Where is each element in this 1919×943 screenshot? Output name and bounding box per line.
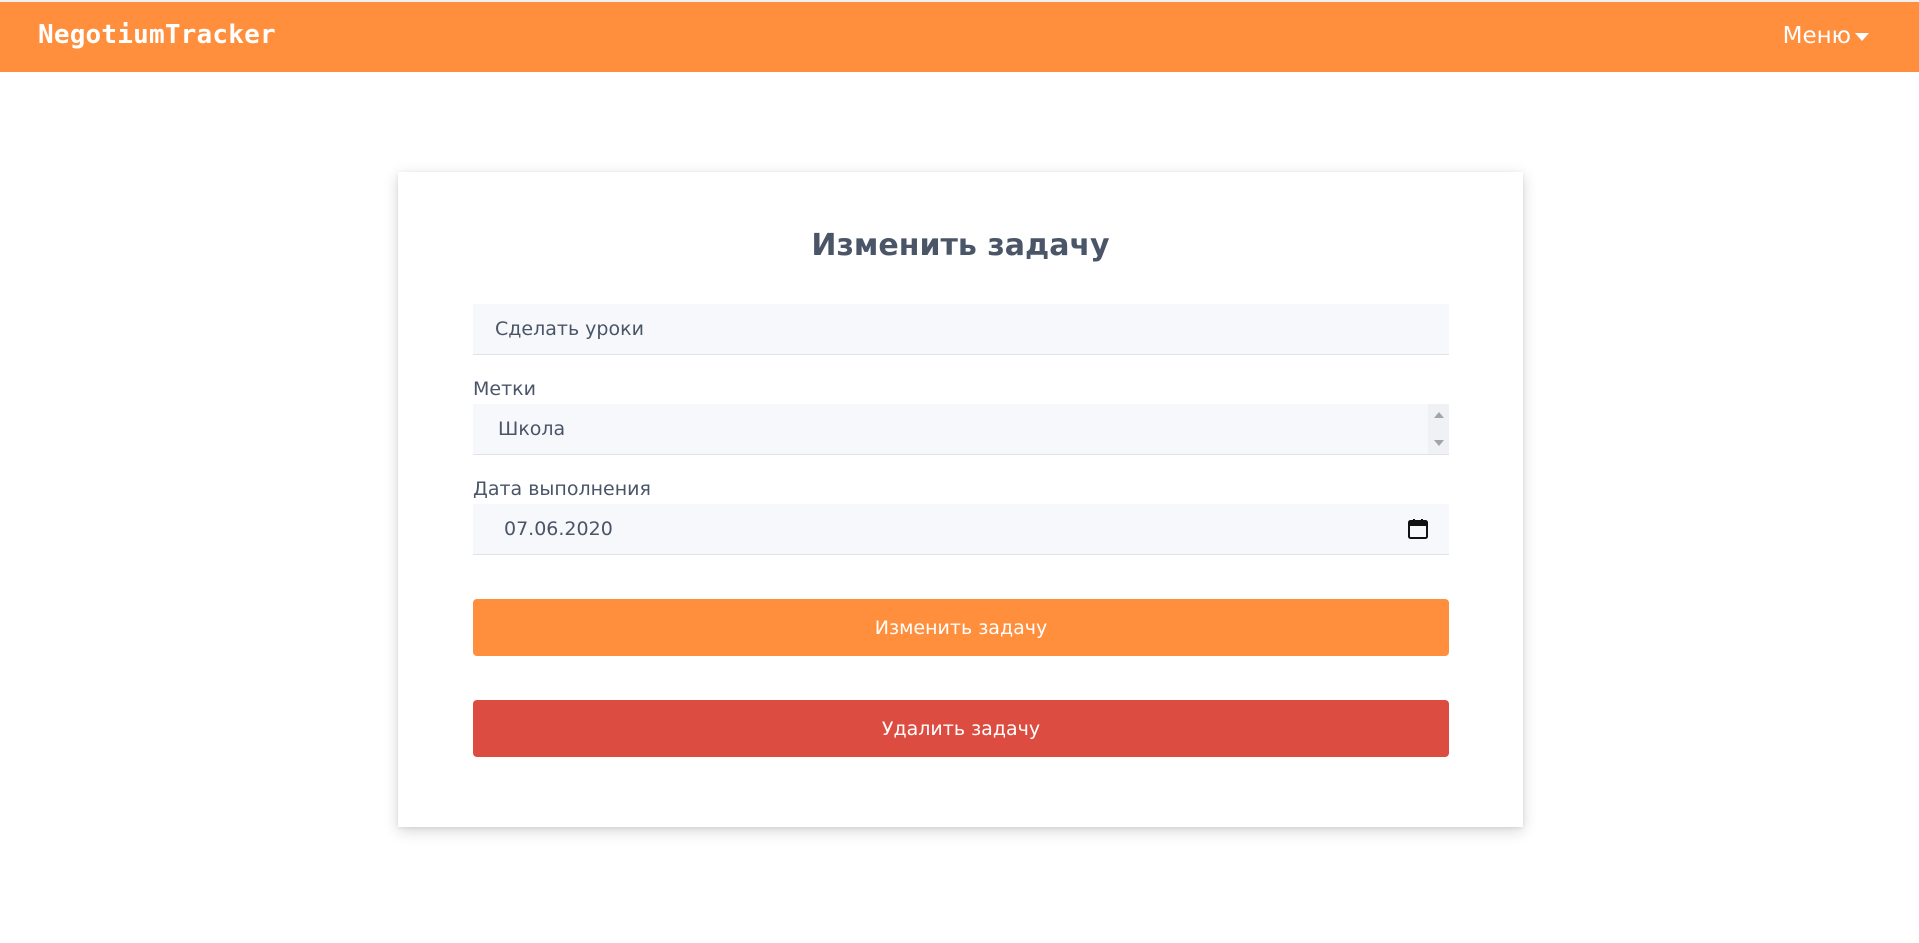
calendar-icon[interactable] xyxy=(1407,518,1429,540)
tags-scrollbar[interactable] xyxy=(1428,404,1449,454)
task-name-value: Сделать уроки xyxy=(495,318,644,340)
due-date-input[interactable]: 07.06.2020 xyxy=(473,504,1449,555)
task-name-input[interactable]: Сделать уроки xyxy=(473,304,1449,355)
tags-label: Метки xyxy=(473,378,536,400)
chevron-down-icon xyxy=(1855,33,1869,41)
edit-task-button[interactable]: Изменить задачу xyxy=(473,599,1449,656)
edit-task-card: Изменить задачу Сделать уроки Метки Школ… xyxy=(398,172,1523,827)
tags-select[interactable]: Школа xyxy=(473,404,1449,455)
scroll-up-arrow-icon[interactable] xyxy=(1433,412,1444,418)
navbar: NegotiumTracker Меню xyxy=(0,0,1919,72)
delete-task-button[interactable]: Удалить задачу xyxy=(473,700,1449,757)
page-title: Изменить задачу xyxy=(811,228,1110,263)
due-date-value: 07.06.2020 xyxy=(504,518,613,540)
menu-label: Меню xyxy=(1782,23,1851,49)
due-date-label: Дата выполнения xyxy=(473,478,651,500)
scroll-down-arrow-icon[interactable] xyxy=(1433,440,1444,446)
tags-selected-option[interactable]: Школа xyxy=(498,418,565,440)
brand-logo[interactable]: NegotiumTracker xyxy=(38,20,276,50)
menu-dropdown-toggle[interactable]: Меню xyxy=(1783,23,1869,49)
